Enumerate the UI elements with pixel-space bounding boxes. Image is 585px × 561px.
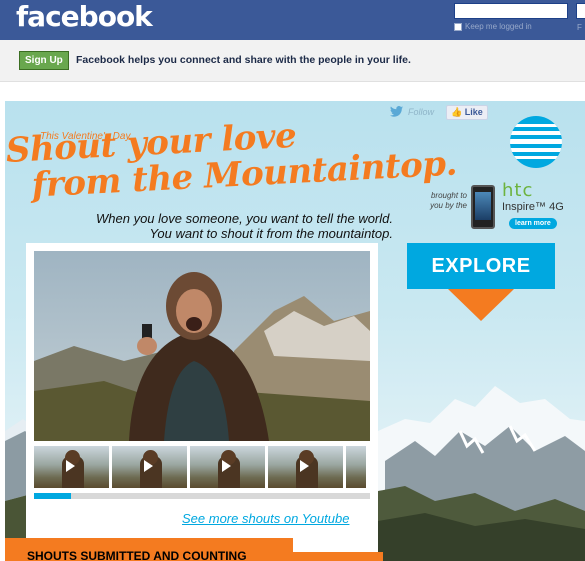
facebook-logo[interactable]: facebook	[16, 0, 153, 33]
inspire-4g-label: Inspire™ 4G	[502, 201, 564, 213]
facebook-header: facebook Keep me logged in F	[0, 0, 585, 40]
sign-up-button[interactable]: Sign Up	[19, 51, 69, 70]
campaign-subline: When you love someone, you want to tell …	[45, 211, 393, 241]
play-icon	[222, 460, 231, 472]
video-thumbnail[interactable]	[268, 446, 343, 488]
att-globe-icon[interactable]	[509, 115, 563, 169]
brought-to-you-by: brought to you by the	[430, 191, 467, 210]
keep-logged-in[interactable]: Keep me logged in	[454, 22, 532, 31]
att-campaign-panel: Follow 👍 Like This Valentine's Day Shout…	[5, 101, 585, 561]
htc-phone-image	[471, 185, 495, 229]
play-icon	[66, 460, 75, 472]
video-thumbnail[interactable]	[190, 446, 265, 488]
play-icon	[144, 460, 153, 472]
play-icon	[300, 460, 309, 472]
shouts-counter-banner: SHOUTS SUBMITTED AND COUNTING	[5, 538, 293, 561]
password-input[interactable]	[576, 3, 585, 19]
video-thumbnail-row	[34, 446, 370, 488]
forgot-password-link[interactable]: F	[577, 23, 582, 32]
video-progress-track[interactable]	[34, 493, 370, 499]
keep-logged-in-label: Keep me logged in	[465, 22, 532, 31]
subline-2: You want to shout it from the mountainto…	[149, 226, 393, 241]
htc-logo: htc	[502, 180, 534, 201]
like-label: Like	[464, 107, 483, 117]
main-video[interactable]	[34, 251, 370, 441]
signup-bar: Sign Up Facebook helps you connect and s…	[0, 40, 585, 82]
explore-button[interactable]: EXPLORE	[407, 243, 555, 289]
keep-logged-in-checkbox[interactable]	[454, 22, 462, 31]
learn-more-button[interactable]: learn more	[509, 218, 557, 229]
banner-strip	[293, 552, 383, 561]
video-thumbnail[interactable]	[346, 446, 366, 488]
video-thumbnail[interactable]	[112, 446, 187, 488]
facebook-tagline: Facebook helps you connect and share wit…	[76, 54, 411, 66]
subline-1: When you love someone, you want to tell …	[96, 211, 393, 226]
video-thumbnail[interactable]	[34, 446, 109, 488]
email-input[interactable]	[454, 3, 568, 19]
video-player: See more shouts on Youtube	[26, 243, 378, 553]
video-progress-fill	[34, 493, 71, 499]
see-more-youtube-link[interactable]: See more shouts on Youtube	[182, 511, 349, 526]
down-arrow-icon	[448, 289, 514, 321]
